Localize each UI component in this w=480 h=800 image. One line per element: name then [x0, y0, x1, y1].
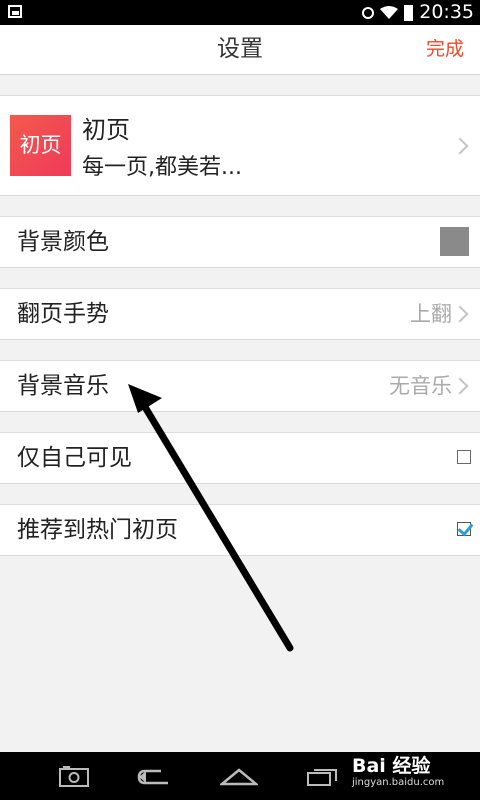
page-title: 设置 — [217, 36, 263, 62]
setting-label: 背景颜色 — [17, 229, 109, 255]
status-bar: 20:35 — [0, 0, 480, 25]
clock: 20:35 — [419, 1, 474, 23]
alarm-icon — [362, 6, 375, 19]
title-bar: 设置 完成 — [0, 25, 480, 75]
setting-label: 翻页手势 — [17, 301, 109, 327]
watermark-site: jingyan.baidu.com — [352, 777, 445, 788]
chevron-right-icon — [451, 305, 469, 323]
chevron-right-icon — [451, 137, 469, 155]
color-swatch[interactable] — [440, 227, 469, 256]
setting-background-music[interactable]: 背景音乐 无音乐 — [0, 360, 480, 412]
setting-label: 推荐到热门初页 — [17, 517, 178, 543]
profile-description: 每一页,都美若... — [82, 155, 242, 180]
setting-page-gesture[interactable]: 翻页手势 上翻 — [0, 288, 480, 340]
battery-icon — [404, 4, 414, 21]
profile-row[interactable]: 初页 初页 每一页,都美若... — [0, 95, 480, 196]
recent-apps-icon[interactable] — [293, 752, 353, 800]
setting-label: 仅自己可见 — [17, 445, 132, 471]
status-icons: 20:35 — [362, 0, 474, 25]
checkmark-icon — [457, 519, 474, 537]
profile-name: 初页 — [82, 116, 130, 144]
setting-value: 无音乐 — [389, 374, 452, 398]
home-icon[interactable] — [209, 752, 269, 800]
setting-label: 背景音乐 — [17, 373, 109, 399]
setting-recommend-hot[interactable]: 推荐到热门初页 — [0, 504, 480, 556]
done-button[interactable]: 完成 — [426, 25, 464, 74]
wifi-icon — [380, 5, 399, 19]
only-self-visible-checkbox[interactable] — [457, 450, 471, 464]
setting-only-self-visible[interactable]: 仅自己可见 — [0, 432, 480, 484]
chevron-right-icon — [451, 377, 469, 395]
watermark-brand: Bai 经验 — [352, 755, 431, 777]
image-notification-icon — [8, 5, 22, 18]
camera-icon[interactable] — [44, 752, 104, 800]
baidu-jingyan-watermark: Bai 经验 jingyan.baidu.com — [352, 755, 472, 795]
back-icon[interactable] — [124, 752, 184, 800]
setting-background-color[interactable]: 背景颜色 — [0, 216, 480, 268]
cover-thumbnail: 初页 — [10, 115, 71, 176]
setting-value: 上翻 — [410, 302, 452, 326]
recommend-hot-checkbox[interactable] — [457, 519, 474, 537]
